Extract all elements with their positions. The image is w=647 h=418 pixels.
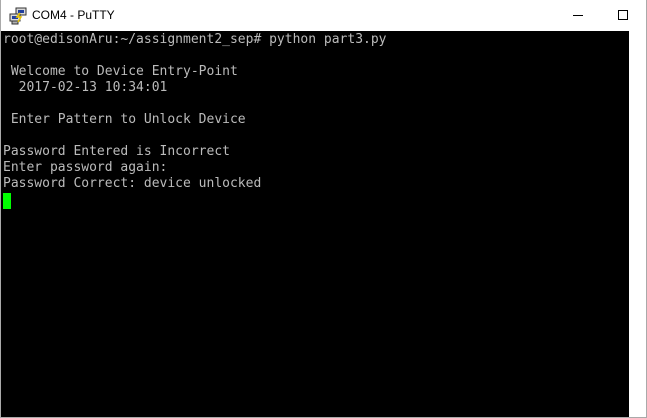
putty-app-icon[interactable] xyxy=(9,7,27,25)
terminal-line: Password Entered is Incorrect xyxy=(3,144,230,159)
window-title: COM4 - PuTTY xyxy=(32,8,115,22)
title-bar[interactable]: COM4 - PuTTY xyxy=(1,0,646,31)
putty-window: COM4 - PuTTY root@edisonAru:~/assignment… xyxy=(0,0,647,418)
terminal-line: 2017-02-13 10:34:01 xyxy=(3,80,168,95)
maximize-button[interactable] xyxy=(601,0,646,31)
terminal-screen[interactable]: root@edisonAru:~/assignment2_sep# python… xyxy=(1,31,629,417)
terminal-line: root@edisonAru:~/assignment2_sep# python… xyxy=(3,32,387,47)
terminal-line: Enter Pattern to Unlock Device xyxy=(3,112,246,127)
terminal-line: Enter password again: xyxy=(3,160,168,175)
vertical-scrollbar[interactable] xyxy=(629,31,646,417)
terminal-cursor xyxy=(3,193,11,209)
terminal-line: Welcome to Device Entry-Point xyxy=(3,64,238,79)
minimize-button[interactable] xyxy=(556,0,601,31)
maximize-icon xyxy=(618,10,628,20)
minimize-icon xyxy=(573,15,583,16)
terminal-line: Password Correct: device unlocked xyxy=(3,176,262,191)
